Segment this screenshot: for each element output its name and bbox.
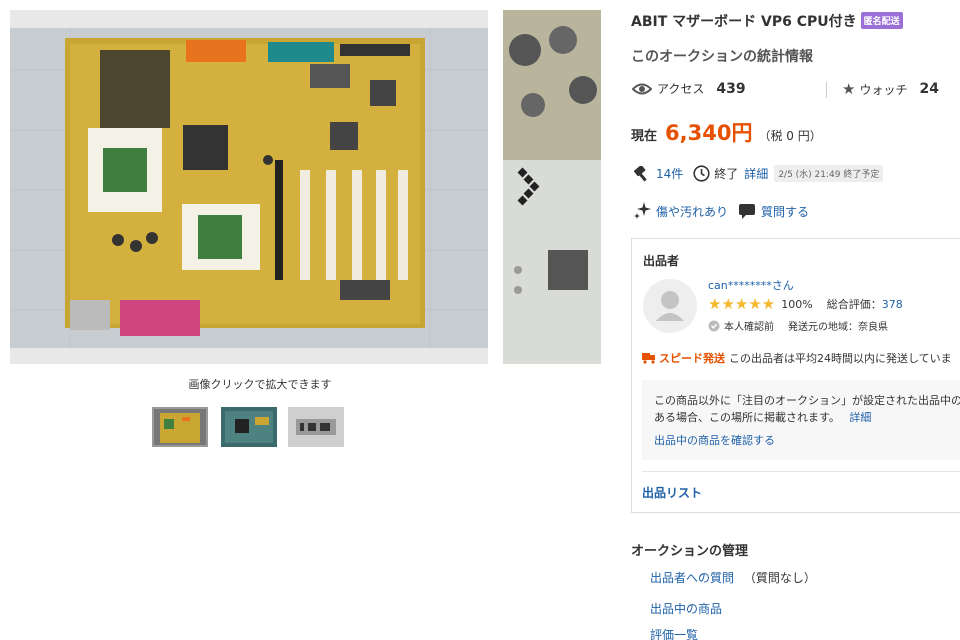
- featured-text-line-2: ある場合、この場所に掲載されます。: [654, 411, 840, 424]
- speed-label: スピード発送: [659, 352, 725, 365]
- question-note: （質問なし）: [743, 571, 816, 585]
- next-image-arrow-icon[interactable]: [516, 166, 540, 209]
- total-rating-link[interactable]: 378: [882, 298, 903, 311]
- product-title-text: ABIT マザーボード VP6 CPU付き: [631, 14, 857, 30]
- thumbnail-3[interactable]: [288, 407, 344, 447]
- sparkle-icon: [632, 201, 652, 221]
- ratings-list-link[interactable]: 評価一覧: [650, 626, 698, 640]
- anonymous-shipping-badge: 匿名配送: [860, 12, 903, 29]
- access-label: アクセス: [657, 82, 705, 96]
- gavel-icon: [632, 165, 650, 182]
- featured-auction-box: この商品以外に「注目のオークション」が設定された出品中の ある場合、この場所に掲…: [642, 380, 960, 460]
- question-to-seller-link[interactable]: 出品者への質問: [650, 571, 734, 585]
- seller-box: 出品者 can********さん ★★★★★ 100% 総合評価： 378 本…: [631, 238, 960, 513]
- featured-link-row: 出品中の商品を確認する: [654, 432, 960, 449]
- featured-detail-link[interactable]: 詳細: [849, 411, 871, 424]
- tax-note: （税 0 円）: [758, 129, 822, 143]
- user-silhouette-icon: [656, 291, 684, 321]
- end-date-badge: 2/5 (水) 21:49 終了予定: [774, 165, 884, 182]
- watch-stat: ★ ウォッチ 24: [842, 80, 939, 98]
- ship-from: 発送元の地域：奈良県: [788, 322, 888, 333]
- auction-status: 終了: [714, 167, 739, 181]
- seller-list-link[interactable]: 出品リスト: [642, 484, 702, 501]
- stats-heading: このオークションの統計情報: [631, 49, 813, 65]
- watch-label: ウォッチ: [859, 82, 908, 97]
- verified-label: 本人確認前: [724, 322, 774, 333]
- zoom-hint-text: 画像クリックで拡大できます: [188, 378, 332, 391]
- thumbnail-1[interactable]: [152, 407, 208, 447]
- featured-text-line-1: この商品以外に「注目のオークション」が設定された出品中の: [654, 394, 960, 407]
- condition-info: 傷や汚れあり 質問する: [632, 201, 809, 221]
- bid-count-link[interactable]: 14件: [656, 165, 683, 182]
- seller-name-link[interactable]: can********さん: [708, 277, 794, 293]
- price-value: 6,340円: [665, 121, 753, 145]
- divider: [642, 471, 960, 472]
- question-row: 出品者への質問 （質問なし）: [650, 569, 816, 586]
- clock-icon: [693, 165, 710, 182]
- thumbnail-2[interactable]: [221, 407, 277, 447]
- product-title: ABIT マザーボード VP6 CPU付き 匿名配送: [631, 11, 903, 31]
- access-stat: アクセス 439: [632, 80, 746, 97]
- detail-link[interactable]: 詳細: [744, 165, 768, 182]
- seller-rating: ★★★★★ 100% 総合評価： 378: [708, 295, 903, 313]
- rating-stars-icon: ★★★★★: [708, 295, 776, 313]
- listing-link[interactable]: 出品中の商品: [650, 600, 722, 617]
- eye-icon: [632, 82, 652, 96]
- star-icon: ★: [842, 80, 856, 98]
- access-value: 439: [716, 80, 746, 97]
- motherboard-photo: [10, 10, 488, 364]
- chat-bubble-icon: [738, 203, 756, 219]
- truck-icon: [642, 352, 656, 364]
- main-product-image[interactable]: [10, 10, 488, 364]
- bid-info: 14件 終了 詳細 2/5 (水) 21:49 終了予定: [632, 165, 884, 182]
- ask-question-link[interactable]: 質問する: [761, 203, 809, 220]
- price-label: 現在: [631, 129, 658, 144]
- rating-percent: 100%: [781, 297, 813, 311]
- auction-management-heading: オークションの管理: [631, 544, 749, 559]
- seller-heading: 出品者: [643, 254, 680, 268]
- stat-divider: [826, 82, 827, 98]
- condition-link[interactable]: 傷や汚れあり: [656, 203, 728, 220]
- current-price: 現在 6,340円 （税 0 円）: [631, 117, 822, 147]
- total-rating-label: 総合評価：: [826, 298, 882, 311]
- speed-shipping-row: スピード発送 この出品者は平均24時間以内に発送していま: [642, 350, 960, 366]
- avatar[interactable]: [643, 279, 697, 333]
- featured-text-line-2-row: ある場合、この場所に掲載されます。 詳細: [654, 409, 960, 426]
- shield-check-icon: [708, 320, 720, 332]
- seller-verified-row: 本人確認前 発送元の地域：奈良県: [708, 318, 888, 333]
- speed-text: この出品者は平均24時間以内に発送していま: [729, 352, 952, 365]
- check-listings-link[interactable]: 出品中の商品を確認する: [654, 434, 775, 447]
- watch-value: 24: [919, 81, 939, 97]
